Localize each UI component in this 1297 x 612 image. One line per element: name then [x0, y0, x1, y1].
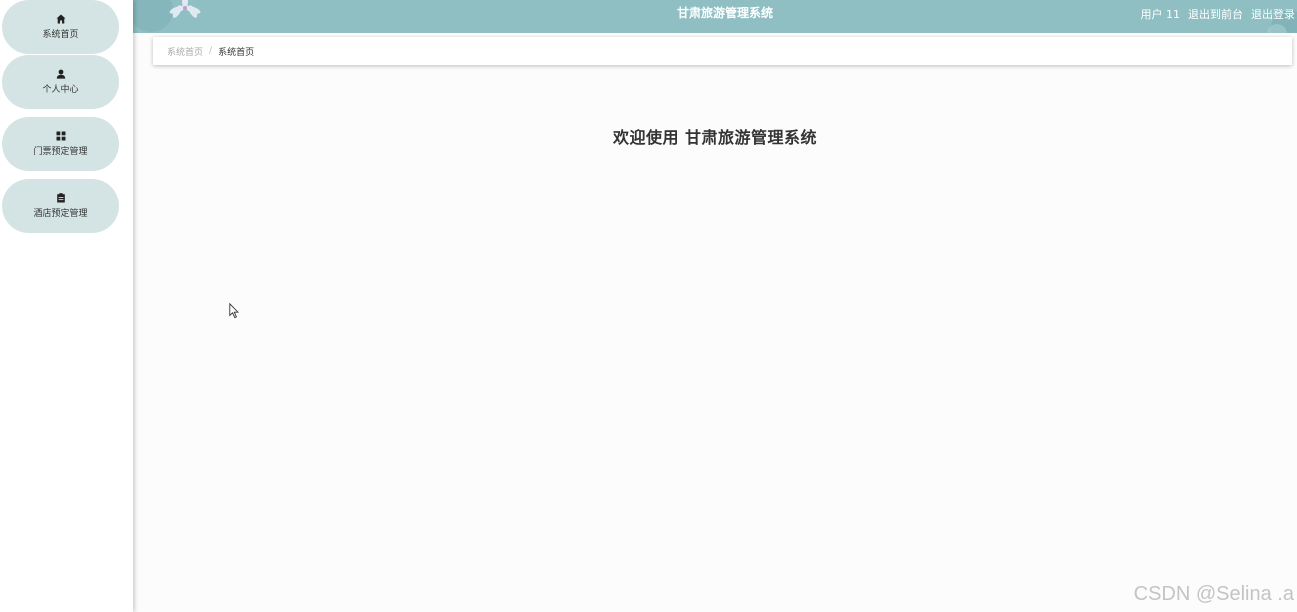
watermark: CSDN @Selina .a — [1133, 583, 1294, 605]
sidebar-item-profile[interactable]: 个人中心 — [2, 55, 119, 109]
user-icon — [55, 68, 67, 80]
sidebar-item-label: 门票预定管理 — [33, 147, 88, 157]
sidebar-item-hotel-booking[interactable]: 酒店预定管理 — [2, 179, 119, 233]
sidebar-item-ticket-booking[interactable]: 门票预定管理 — [2, 117, 119, 171]
system-title: 甘肃旅游管理系统 — [676, 6, 773, 20]
sidebar: 系统首页 个人中心 门票预定管理 酒店预定管理 — [0, 0, 133, 612]
breadcrumb: 系统首页 / 系统首页 — [153, 37, 1292, 65]
current-user-label: 用户 11 — [1140, 7, 1181, 21]
grid-icon — [55, 130, 67, 142]
sidebar-item-home[interactable]: 系统首页 — [2, 0, 119, 54]
mouse-cursor-icon — [229, 303, 239, 319]
welcome-heading: 欢迎使用 甘肃旅游管理系统 — [612, 128, 818, 147]
breadcrumb-current: 系统首页 — [218, 47, 255, 58]
sidebar-item-label: 系统首页 — [42, 30, 79, 40]
back-to-frontend-link[interactable]: 退出到前台 — [1188, 6, 1243, 22]
top-header: 甘肃旅游管理系统 用户 11 退出到前台 退出登录 — [133, 0, 1297, 33]
clipboard-icon — [55, 192, 67, 204]
header-user-area: 用户 11 退出到前台 退出登录 — [1141, 0, 1296, 27]
home-icon — [55, 13, 67, 25]
sidebar-item-label: 个人中心 — [42, 85, 79, 95]
app-root: 系统首页 个人中心 门票预定管理 酒店预定管理 甘肃旅游管理系统 用户 11 退… — [0, 0, 1297, 612]
logout-link[interactable]: 退出登录 — [1251, 6, 1295, 22]
breadcrumb-home-link[interactable]: 系统首页 — [167, 45, 203, 58]
breadcrumb-separator: / — [209, 46, 213, 56]
sidebar-item-label: 酒店预定管理 — [33, 209, 88, 219]
